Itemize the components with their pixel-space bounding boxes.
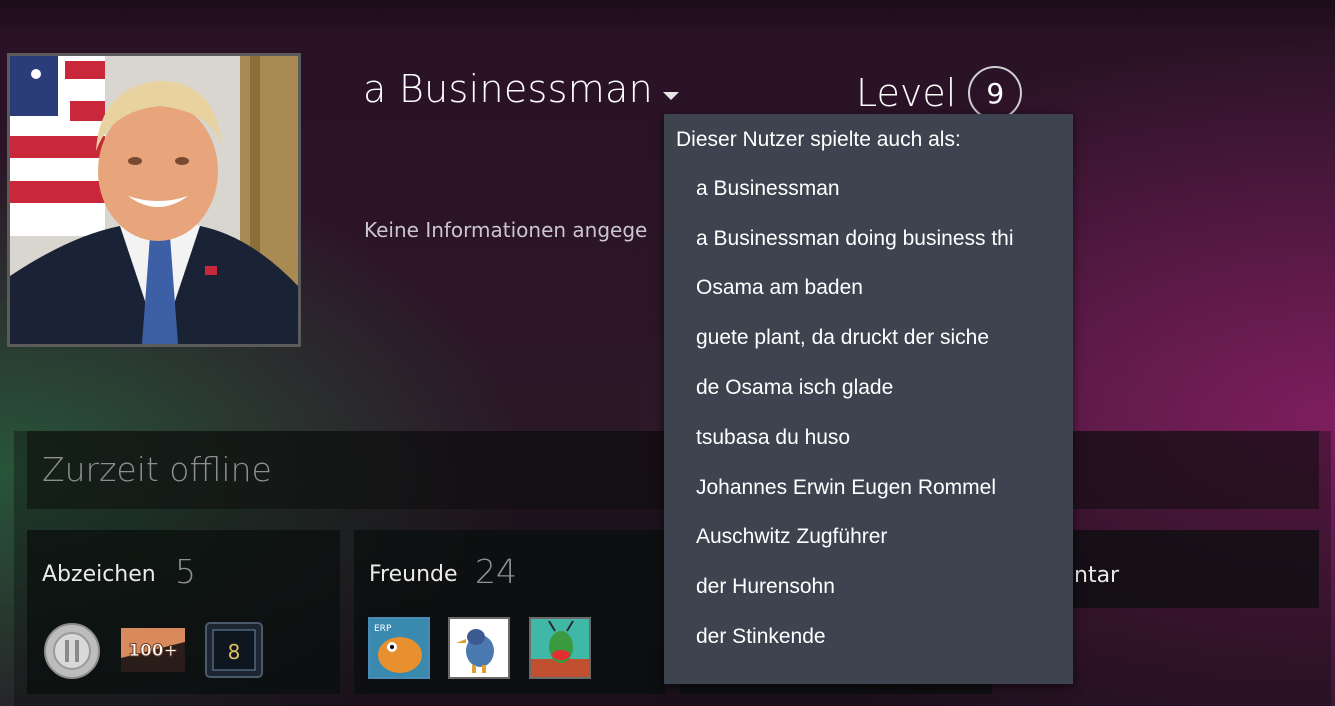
alias-item: der Hurensohn <box>696 575 835 599</box>
alias-history-menu: Dieser Nutzer spielte auch als: a Busine… <box>664 114 1073 684</box>
profile-avatar <box>7 53 301 347</box>
alias-item: Johannes Erwin Eugen Rommel <box>696 475 996 499</box>
friend-avatar[interactable] <box>529 617 591 679</box>
online-status: Zurzeit offline <box>42 450 272 489</box>
svg-text:8: 8 <box>228 640 241 664</box>
friend-avatar-cartoon-alien-icon <box>531 619 589 677</box>
alias-menu-header: Dieser Nutzer spielte auch als: <box>676 128 961 151</box>
chevron-down-icon[interactable] <box>663 92 680 100</box>
friend-avatar[interactable]: ERP <box>368 617 430 679</box>
level-badge[interactable]: 9 <box>968 66 1023 120</box>
right-card-label[interactable]: ntar <box>1074 563 1119 588</box>
years-of-service-8-badge-icon[interactable]: 8 <box>205 622 263 678</box>
friends-count[interactable]: 24 <box>475 552 517 591</box>
profile-summary: Keine Informationen angege <box>364 218 648 242</box>
alias-item: tsubasa du huso <box>696 425 851 449</box>
alias-item: a Businessman doing business thi <box>696 226 1014 250</box>
silver-coin-badge-icon[interactable] <box>43 622 101 680</box>
alias-item: a Businessman <box>696 176 840 200</box>
alias-item: der Stinkende <box>696 625 826 649</box>
badges-label[interactable]: Abzeichen <box>42 562 156 587</box>
svg-text:100+: 100+ <box>128 641 178 661</box>
svg-text:ERP: ERP <box>374 624 392 634</box>
persona-name-dropdown[interactable]: a Businessman <box>363 64 680 114</box>
100-plus-badge-icon[interactable]: 100+ <box>121 628 185 672</box>
badges-card[interactable]: Abzeichen 5 100+ 8 <box>27 530 340 694</box>
alias-item: guete plant, da druckt der siche <box>696 326 990 350</box>
persona-name: a Businessman <box>363 67 654 111</box>
alias-item: Auschwitz Zugführer <box>696 525 888 549</box>
alias-item: Osama am baden <box>696 276 863 300</box>
badges-count[interactable]: 5 <box>175 552 196 591</box>
alias-list: a Businessman a Businessman doing busine… <box>696 164 1066 662</box>
friends-card[interactable]: Freunde 24 ERP <box>354 530 666 694</box>
alias-item: de Osama isch glade <box>696 376 894 400</box>
profile-level: Level 9 <box>856 66 1023 120</box>
friend-avatar[interactable] <box>448 617 510 679</box>
profile-photo-icon <box>10 56 298 344</box>
friend-avatar-cartoon-duck-icon <box>450 619 508 677</box>
header-fade <box>0 0 1335 40</box>
level-label: Level <box>856 71 957 115</box>
friend-avatar-orange-creature-icon: ERP <box>370 619 428 677</box>
friends-label[interactable]: Freunde <box>369 562 458 587</box>
